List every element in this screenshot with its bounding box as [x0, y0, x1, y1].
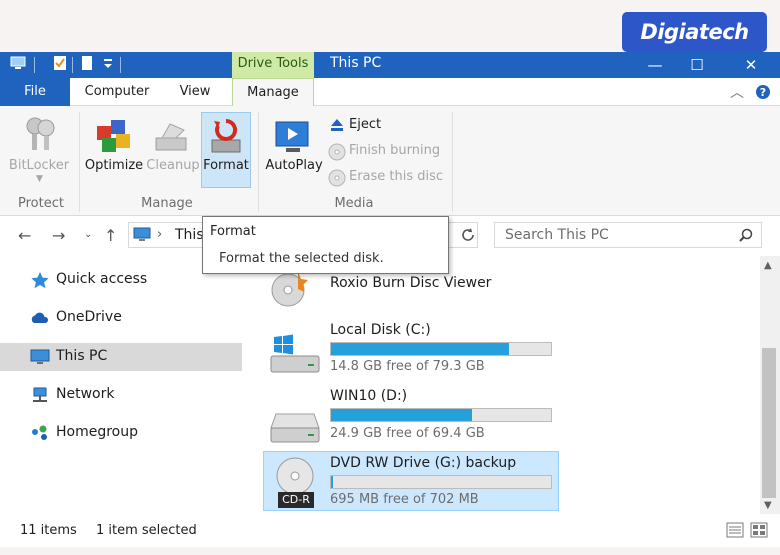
ribbon-tabs: File Computer View Manage ︿ ? [0, 78, 780, 107]
manage-group-label: Manage [141, 196, 193, 211]
minimize-button[interactable]: — [635, 52, 675, 78]
tab-file[interactable]: File [0, 78, 70, 106]
digiatech-logo: Digiatech [622, 12, 767, 52]
drive-c-name[interactable]: Local Disk (C:) [330, 322, 431, 338]
selection-count: 1 item selected [96, 523, 197, 538]
large-icons-view-icon[interactable] [750, 522, 768, 538]
cloud-icon [31, 312, 49, 323]
nav-label: Homegroup [56, 424, 139, 440]
maximize-button[interactable]: ☐ [677, 52, 717, 78]
drive-c-free: 14.8 GB free of 79.3 GB [330, 359, 485, 374]
drive-tools-context-tab: Drive Tools [232, 52, 314, 78]
drive-d-usage-bar [330, 408, 552, 422]
roxio-burn-disc-viewer[interactable]: Roxio Burn Disc Viewer [330, 275, 491, 291]
status-bar: 11 items 1 item selected [0, 514, 780, 547]
autoplay-button[interactable]: AutoPlay [264, 158, 324, 173]
cleanup-button[interactable]: Cleanup [146, 158, 200, 173]
chevron-down-icon: ▼ [36, 174, 43, 184]
divider [79, 112, 80, 212]
computer-icon [30, 349, 50, 364]
navigation-pane: Quick access OneDrive This PC Network Ho… [0, 256, 244, 514]
scroll-up-icon[interactable]: ▲ [764, 260, 772, 271]
star-icon [31, 272, 49, 289]
nav-item-homegroup[interactable]: Homegroup [0, 419, 242, 447]
drive-d-free: 24.9 GB free of 69.4 GB [330, 426, 485, 441]
media-group-label: Media [334, 196, 374, 211]
drive-g-free: 695 MB free of 702 MB [330, 492, 479, 507]
tooltip-title: Format [210, 224, 256, 239]
scrollbar-thumb[interactable] [762, 348, 776, 498]
homegroup-icon [32, 425, 47, 440]
protect-group-label: Protect [18, 196, 64, 211]
drive-g-usage-fill [331, 476, 334, 488]
breadcrumb-chevron-icon: › [157, 227, 163, 242]
format-icon [211, 118, 241, 153]
bottom-band [0, 547, 780, 555]
collapse-ribbon-icon[interactable]: ︿ [730, 82, 744, 102]
bitlocker-icon [26, 117, 55, 150]
help-icon[interactable]: ? [755, 84, 771, 100]
cleanup-icon [155, 123, 187, 151]
erase-disc-button[interactable]: Erase this disc [349, 169, 443, 184]
search-icon [739, 228, 753, 242]
tooltip-body: Format the selected disk. [219, 251, 384, 266]
optimize-icon [97, 120, 130, 152]
drive-g-name[interactable]: DVD RW Drive (G:) backup [330, 455, 516, 471]
back-button[interactable]: ← [18, 226, 31, 245]
nav-item-this-pc[interactable]: This PC [0, 343, 242, 371]
autoplay-icon [275, 121, 309, 152]
breadcrumb[interactable]: This [175, 227, 204, 243]
finish-burning-button[interactable]: Finish burning [349, 143, 440, 158]
windows-drive-icon [270, 334, 320, 373]
divider [452, 112, 453, 212]
eject-button[interactable]: Eject [349, 117, 381, 132]
chevron-down-icon[interactable] [100, 55, 116, 71]
erase-disc-icon [328, 169, 346, 187]
divider [258, 112, 259, 212]
new-folder-icon[interactable] [80, 55, 96, 71]
forward-button[interactable]: → [52, 226, 65, 245]
hard-drive-icon [270, 413, 320, 443]
drive-d-usage-fill [331, 409, 472, 421]
ribbon: BitLocker ▼ Protect Optimize Cleanup For… [0, 106, 780, 216]
bitlocker-button[interactable]: BitLocker [6, 158, 72, 173]
tab-computer[interactable]: Computer [78, 78, 156, 106]
nav-label: This PC [56, 348, 108, 364]
properties-icon[interactable] [52, 55, 68, 71]
drive-c-usage-fill [331, 343, 510, 355]
network-icon [33, 387, 47, 402]
format-tooltip: Format Format the selected disk. [202, 216, 449, 274]
up-button[interactable]: ↑ [104, 226, 117, 245]
tab-manage[interactable]: Manage [232, 78, 314, 107]
svg-text:?: ? [760, 86, 766, 99]
finish-burning-icon [328, 143, 346, 161]
recent-locations-icon[interactable]: ⌄ [84, 229, 92, 240]
window-title: This PC [330, 55, 382, 71]
drive-d-name[interactable]: WIN10 (D:) [330, 388, 407, 404]
divider [72, 57, 73, 73]
search-input[interactable]: Search This PC [494, 222, 762, 248]
nav-label: OneDrive [56, 309, 122, 325]
nav-label: Quick access [56, 271, 148, 287]
divider [34, 57, 35, 73]
eject-icon [331, 119, 343, 131]
nav-item-onedrive[interactable]: OneDrive [0, 304, 242, 332]
drive-c-usage-bar [330, 342, 552, 356]
format-button-label: Format [203, 158, 249, 173]
computer-icon [133, 227, 151, 241]
item-count: 11 items [20, 523, 77, 538]
close-button[interactable]: ✕ [731, 52, 771, 78]
details-view-icon[interactable] [726, 522, 744, 538]
nav-item-network[interactable]: Network [0, 381, 242, 409]
roxio-disc-icon [271, 272, 308, 307]
nav-label: Network [56, 386, 115, 402]
optimize-button[interactable]: Optimize [84, 158, 144, 173]
divider [120, 57, 121, 73]
cd-r-badge: CD-R [278, 492, 314, 508]
computer-icon [10, 56, 26, 69]
scroll-down-icon[interactable]: ▼ [764, 500, 772, 511]
drive-g-usage-bar [330, 475, 552, 489]
tab-view[interactable]: View [168, 78, 222, 106]
refresh-icon[interactable] [459, 226, 477, 244]
